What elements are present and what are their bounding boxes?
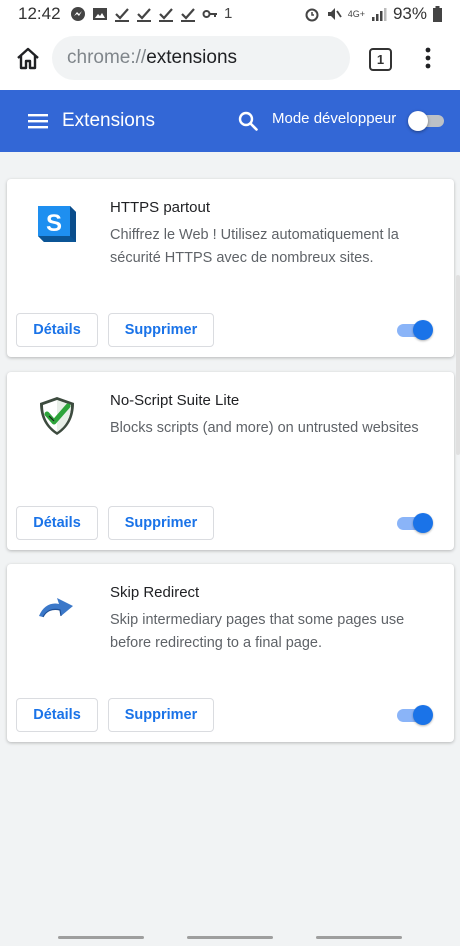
url-scheme: chrome:// [67, 47, 147, 68]
home-icon[interactable] [14, 45, 42, 73]
image-icon [93, 7, 107, 20]
extension-description: Chiffrez le Web ! Utilisez automatiqueme… [110, 227, 399, 266]
extensions-header: Extensions Mode développeur [0, 90, 460, 152]
nav-recents-handle[interactable] [58, 936, 144, 939]
toggle-knob [413, 705, 433, 725]
toggle-knob [413, 513, 433, 533]
system-icons: 4G+ 93% [304, 4, 442, 24]
shield-check-icon [40, 397, 74, 435]
https-everywhere-icon: S [38, 206, 76, 242]
remove-button[interactable]: Supprimer [108, 313, 214, 347]
details-button[interactable]: Détails [16, 506, 98, 540]
svg-text:S: S [46, 210, 62, 237]
remove-button[interactable]: Supprimer [108, 698, 214, 732]
redirect-arrow-icon [39, 598, 73, 618]
url-host: extensions [146, 47, 238, 68]
extension-name: Skip Redirect [110, 584, 200, 601]
status-bar: 12:42 1 4G+ 93% [0, 0, 460, 28]
status-time: 12:42 [18, 4, 61, 23]
extension-name: No-Script Suite Lite [110, 392, 240, 409]
messenger-icon [71, 6, 85, 21]
battery-percent: 93% [392, 4, 427, 23]
alarm-icon [305, 8, 319, 22]
tab-switcher-button[interactable]: 1 [369, 48, 392, 71]
network-type: 4G+ [347, 9, 365, 19]
system-nav-bar [0, 928, 460, 946]
extension-enable-toggle[interactable] [397, 513, 433, 533]
extensions-list: S HTTPS partout Chiffrez le Web ! Utilis… [0, 152, 460, 928]
more-vert-icon[interactable] [420, 46, 436, 70]
check-icon [115, 7, 129, 22]
details-button[interactable]: Détails [16, 313, 98, 347]
signal-icon [371, 8, 387, 21]
extension-card: No-Script Suite Lite Blocks scripts (and… [7, 372, 454, 550]
browser-toolbar: chrome://extensions 1 [0, 28, 460, 90]
dev-mode-toggle[interactable] [408, 111, 446, 131]
page-title: Extensions [62, 110, 155, 131]
search-icon[interactable] [237, 110, 259, 132]
nav-back-handle[interactable] [316, 936, 402, 939]
extension-card: S HTTPS partout Chiffrez le Web ! Utilis… [7, 179, 454, 357]
extension-enable-toggle[interactable] [397, 705, 433, 725]
dev-mode-toggle-knob [408, 111, 428, 131]
address-bar[interactable]: chrome://extensions [52, 36, 350, 80]
edge-panel-handle[interactable] [456, 275, 460, 455]
extension-description: Skip intermediary pages that some pages … [110, 612, 405, 651]
menu-icon[interactable] [28, 111, 48, 131]
remove-button[interactable]: Supprimer [108, 506, 214, 540]
toggle-knob [413, 320, 433, 340]
battery-icon [433, 6, 442, 22]
extension-name: HTTPS partout [110, 199, 211, 216]
extension-description: Blocks scripts (and more) on untrusted w… [110, 420, 419, 436]
extension-enable-toggle[interactable] [397, 320, 433, 340]
details-button[interactable]: Détails [16, 698, 98, 732]
extension-card: Skip Redirect Skip intermediary pages th… [7, 564, 454, 742]
nav-home-handle[interactable] [187, 936, 273, 939]
check-icon [159, 7, 173, 22]
sim-slot-indicator: 1 [224, 5, 233, 22]
check-icon [137, 7, 151, 22]
key-icon [202, 9, 217, 18]
check-icon [181, 7, 195, 22]
notification-icons: 1 [70, 5, 232, 22]
mute-icon [327, 8, 342, 20]
dev-mode-label: Mode développeur [272, 110, 397, 127]
